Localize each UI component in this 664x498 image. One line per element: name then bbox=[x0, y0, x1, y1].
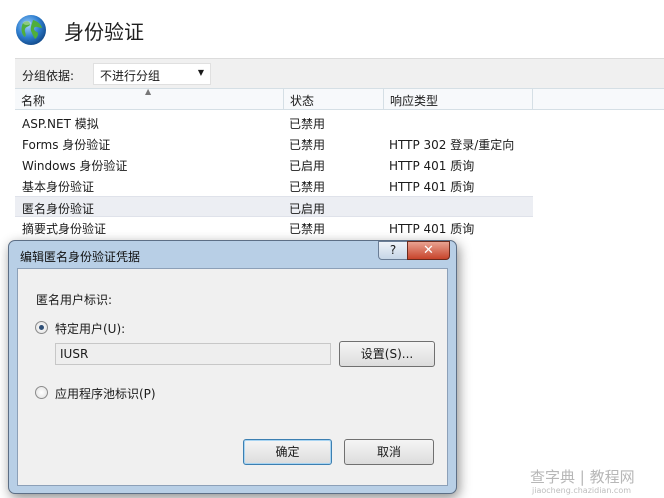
anonymous-identity-label: 匿名用户标识: bbox=[36, 293, 113, 307]
set-user-button[interactable]: 设置(S)... bbox=[339, 341, 435, 367]
watermark-url: jiaocheng.chazidian.com bbox=[532, 486, 632, 495]
table-row[interactable]: ASP.NET 模拟 已禁用 bbox=[15, 112, 533, 133]
specific-user-value: IUSR bbox=[60, 347, 89, 361]
table-row[interactable]: Windows 身份验证 已启用 HTTP 401 质询 bbox=[15, 154, 533, 175]
specific-user-radio[interactable] bbox=[35, 321, 48, 334]
table-row-selected[interactable]: 匿名身份验证 已启用 bbox=[15, 196, 533, 217]
grid-header: 名称 ▲ 状态 响应类型 bbox=[15, 87, 664, 110]
column-header-name[interactable]: 名称 ▲ bbox=[15, 87, 284, 110]
dropdown-arrow-icon: ▼ bbox=[197, 68, 204, 77]
specific-user-input[interactable]: IUSR bbox=[55, 343, 331, 365]
table-row[interactable]: Forms 身份验证 已禁用 HTTP 302 登录/重定向 bbox=[15, 133, 533, 154]
close-button[interactable]: ✕ bbox=[407, 241, 450, 260]
dialog-body: 匿名用户标识: 特定用户(U): IUSR 设置(S)... 应用程序池标识(P… bbox=[17, 268, 448, 486]
app-pool-identity-label[interactable]: 应用程序池标识(P) bbox=[55, 385, 156, 402]
group-by-value: 不进行分组 bbox=[100, 69, 161, 83]
table-row[interactable]: 摘要式身份验证 已禁用 HTTP 401 质询 bbox=[15, 217, 533, 238]
globe-icon bbox=[16, 15, 46, 45]
dialog-title: 编辑匿名身份验证凭据 bbox=[20, 250, 141, 264]
group-by-bar: 分组依据: 不进行分组 ▼ bbox=[15, 58, 664, 88]
app-pool-identity-radio[interactable] bbox=[35, 386, 48, 399]
group-by-label: 分组依据: bbox=[22, 69, 75, 83]
column-header-status[interactable]: 状态 bbox=[284, 89, 384, 110]
cancel-button[interactable]: 取消 bbox=[344, 439, 434, 465]
ok-button[interactable]: 确定 bbox=[243, 439, 332, 465]
page-title: 身份验证 bbox=[64, 20, 144, 44]
watermark: 查字典 | 教程网 bbox=[530, 468, 635, 486]
table-row[interactable]: 基本身份验证 已禁用 HTTP 401 质询 bbox=[15, 175, 533, 196]
page-header: 身份验证 bbox=[0, 0, 664, 58]
specific-user-label[interactable]: 特定用户(U): bbox=[55, 320, 125, 337]
group-by-select[interactable]: 不进行分组 ▼ bbox=[93, 63, 211, 85]
help-button[interactable]: ? bbox=[378, 241, 408, 260]
column-header-response[interactable]: 响应类型 bbox=[384, 89, 533, 110]
edit-anonymous-auth-dialog: 编辑匿名身份验证凭据 ? ✕ 匿名用户标识: 特定用户(U): IUSR 设置(… bbox=[8, 240, 457, 494]
sort-ascending-icon: ▲ bbox=[145, 87, 152, 96]
